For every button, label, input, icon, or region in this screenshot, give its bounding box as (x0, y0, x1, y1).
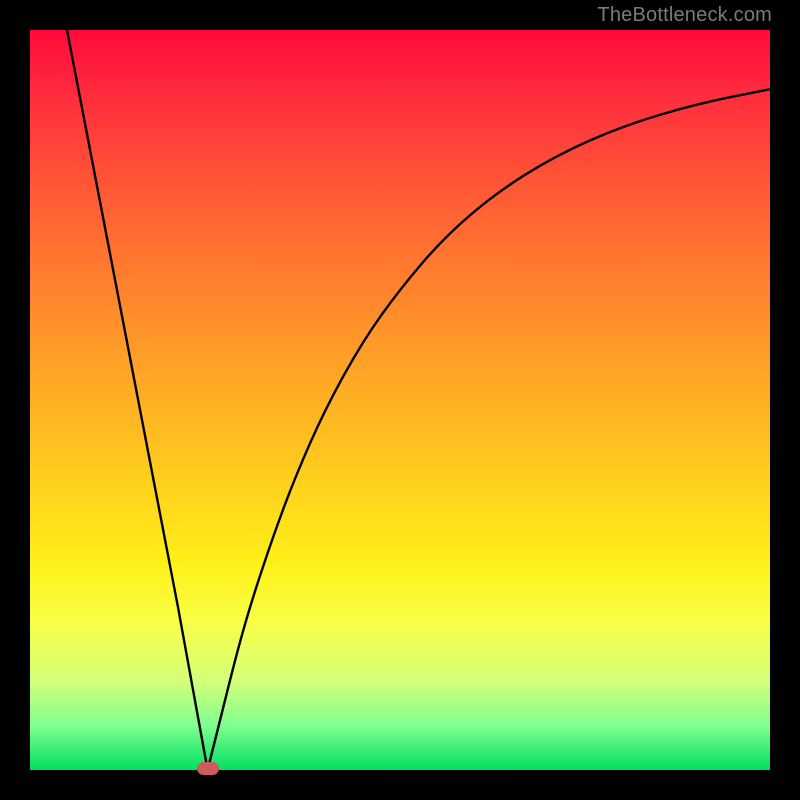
curve-path (67, 30, 770, 770)
optimal-point-marker (197, 762, 219, 775)
watermark-text: TheBottleneck.com (597, 4, 772, 27)
chart-frame: TheBottleneck.com (0, 0, 800, 800)
plot-area (30, 30, 770, 770)
bottleneck-curve (30, 30, 770, 770)
